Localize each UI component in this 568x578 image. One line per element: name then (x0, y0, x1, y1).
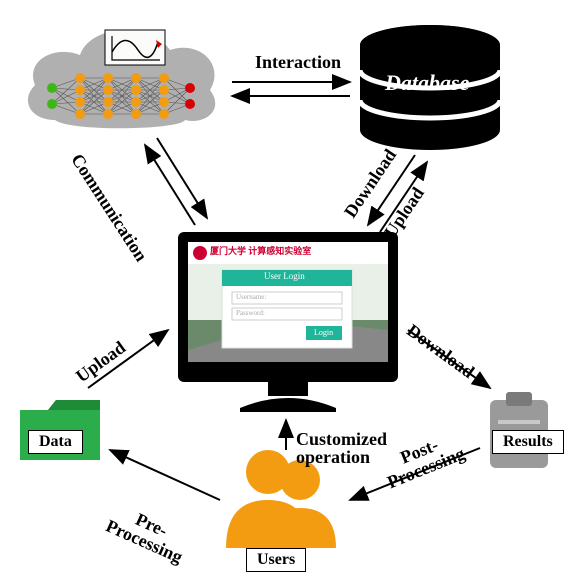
data-label: Data (28, 430, 83, 454)
database-label: Database (385, 70, 469, 96)
login-title: User Login (264, 271, 305, 281)
password-placeholder: Password: (236, 309, 265, 317)
interaction-label: Interaction (255, 52, 341, 73)
login-button-label: Login (314, 328, 333, 337)
username-placeholder: Username: (236, 293, 266, 301)
pre-processing-arrow (110, 450, 220, 500)
monitor-header: 厦门大学 计算感知实验室 (210, 244, 311, 257)
users-label: Users (246, 548, 306, 572)
interaction-arrows (232, 82, 350, 96)
results-label: Results (492, 430, 564, 454)
customized-op-label: Customizedoperation (296, 430, 387, 466)
communication-arrows (145, 138, 207, 225)
cloud-node (28, 30, 215, 128)
monitor-node (178, 232, 398, 412)
